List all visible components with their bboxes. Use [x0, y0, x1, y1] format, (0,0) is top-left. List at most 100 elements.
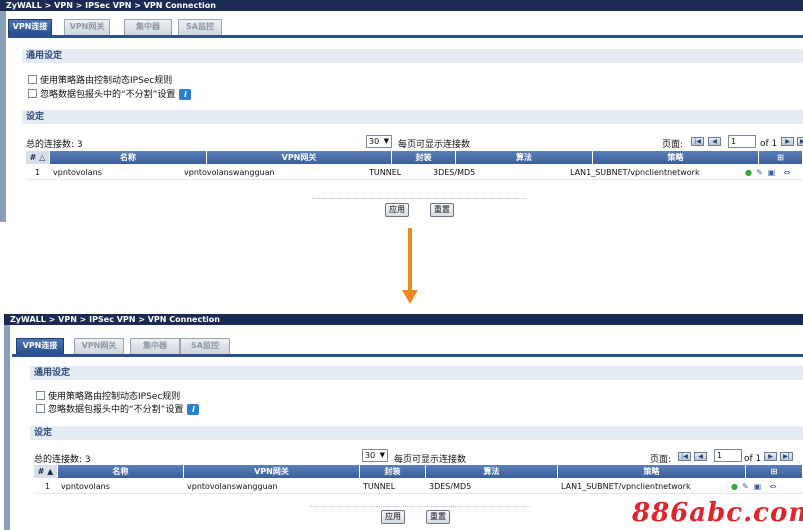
row-policy: LAN1_SUBNET/vpnclientnetwork	[561, 482, 691, 491]
per-page-value: 30	[365, 451, 376, 460]
last-page-button[interactable]: ▶|	[780, 452, 793, 461]
ignore-df-checkbox[interactable]	[36, 404, 45, 413]
row-encap: TUNNEL	[369, 168, 402, 177]
row-policy: LAN1_SUBNET/vpnclientnetwork	[570, 168, 700, 177]
table-header: # ▲ 名称 VPN网关 封装 算法 策略 ⊞	[34, 465, 803, 478]
ignore-df-label: 忽略数据包报头中的“不分割”设置	[40, 90, 176, 100]
page-label: 页面:	[650, 455, 672, 465]
per-page-label: 每页可显示连接数	[394, 455, 467, 465]
tab-concentrator[interactable]: 集中器	[124, 19, 172, 35]
next-page-button[interactable]: ▶	[764, 452, 777, 461]
option-policy-route[interactable]: 使用策略路由控制动态IPSec规则	[28, 75, 172, 87]
arrow-down-icon	[402, 228, 418, 304]
last-page-button[interactable]: ▶|	[797, 137, 803, 146]
total-connections: 总的连接数: 3	[26, 140, 83, 150]
row-actions: ● ✎ ▣ ⇔	[730, 481, 790, 493]
row-name: vpntovolans	[61, 482, 110, 491]
tab-vpn-connection[interactable]: VPN连接	[16, 338, 64, 355]
row-gateway: vpntovolanswangguan	[187, 482, 278, 491]
col-actions-header: ⊞	[759, 151, 803, 164]
chevron-down-icon: ▼	[379, 451, 385, 459]
policy-route-label: 使用策略路由控制动态IPSec规则	[40, 76, 173, 86]
tab-underline	[12, 354, 803, 357]
ignore-df-checkbox[interactable]	[28, 89, 37, 98]
tab-vpn-connection[interactable]: VPN连接	[8, 19, 52, 36]
col-encap-header[interactable]: 封装	[392, 151, 456, 164]
page-input[interactable]: 1	[728, 135, 756, 148]
chevron-down-icon: ▼	[383, 137, 389, 145]
ignore-df-label: 忽略数据包报头中的“不分割”设置	[48, 405, 184, 415]
col-policy-header[interactable]: 策略	[593, 151, 759, 164]
connect-icon[interactable]: ⇔	[765, 482, 781, 491]
edit-icon[interactable]: ✎	[741, 482, 750, 491]
tab-sa-monitor[interactable]: SA监控	[180, 338, 230, 354]
apply-button[interactable]: 应用	[385, 203, 409, 217]
sort-triangle-icon[interactable]: ▲	[47, 467, 53, 476]
col-name-header[interactable]: 名称	[58, 465, 184, 478]
option-ignore-df[interactable]: 忽略数据包报头中的“不分割”设置 i	[28, 89, 192, 101]
trash-icon[interactable]: ▣	[767, 168, 776, 177]
per-page-select[interactable]: 30 ▼	[362, 449, 388, 462]
bulb-icon: ●	[745, 168, 752, 177]
info-icon[interactable]: i	[179, 89, 192, 100]
total-connections: 总的连接数: 3	[34, 455, 91, 465]
col-actions-header: ⊞	[746, 465, 803, 478]
option-policy-route[interactable]: 使用策略路由控制动态IPSec规则	[36, 391, 180, 403]
row-encap: TUNNEL	[363, 482, 396, 491]
policy-route-checkbox[interactable]	[28, 75, 37, 84]
edit-icon[interactable]: ✎	[755, 168, 764, 177]
col-index-header[interactable]: # ▲	[34, 465, 58, 478]
tab-concentrator[interactable]: 集中器	[130, 338, 180, 354]
page-of-label: of 1	[760, 139, 778, 149]
col-index-header[interactable]: # △	[26, 151, 50, 164]
prev-page-button[interactable]: ◀	[694, 452, 707, 461]
tab-vpn-gateway[interactable]: VPN网关	[64, 19, 110, 35]
col-policy-header[interactable]: 策略	[558, 465, 746, 478]
per-page-value: 30	[369, 137, 380, 146]
reset-button[interactable]: 重置	[426, 510, 450, 524]
row-algorithm: 3DES/MD5	[429, 482, 472, 491]
col-name-header[interactable]: 名称	[50, 151, 207, 164]
tab-sa-monitor[interactable]: SA监控	[178, 19, 222, 35]
col-gateway-header[interactable]: VPN网关	[207, 151, 392, 164]
table-header: # △ 名称 VPN网关 封装 算法 策略 ⊞	[26, 151, 803, 164]
table-row[interactable]: 1 vpntovolans vpntovolanswangguan TUNNEL…	[26, 166, 803, 180]
page-of-label: of 1	[744, 454, 762, 464]
divider	[310, 506, 530, 507]
connect-icon[interactable]: ⇔	[779, 168, 795, 177]
first-page-button[interactable]: |◀	[678, 452, 691, 461]
reset-button[interactable]: 重置	[430, 203, 454, 217]
row-index: 1	[45, 482, 51, 491]
prev-page-button[interactable]: ◀	[708, 137, 721, 146]
apply-button[interactable]: 应用	[381, 510, 405, 524]
divider	[312, 198, 526, 199]
general-settings-header: 通用设定	[30, 366, 803, 380]
policy-route-checkbox[interactable]	[36, 391, 45, 400]
table-row[interactable]: 1 vpntovolans vpntovolanswangguan TUNNEL…	[34, 480, 803, 494]
col-algorithm-header[interactable]: 算法	[426, 465, 558, 478]
breadcrumb: ZyWALL > VPN > IPSec VPN > VPN Connectio…	[4, 314, 803, 325]
info-icon[interactable]: i	[187, 404, 200, 415]
trash-icon[interactable]: ▣	[753, 482, 762, 491]
page-input[interactable]: 1	[714, 449, 742, 462]
row-gateway: vpntovolanswangguan	[184, 168, 275, 177]
col-algorithm-header[interactable]: 算法	[456, 151, 593, 164]
sort-triangle-icon[interactable]: △	[39, 153, 45, 162]
tab-underline	[8, 35, 803, 38]
policy-route-label: 使用策略路由控制动态IPSec规则	[48, 392, 181, 402]
settings-header: 设定	[22, 110, 803, 124]
add-icon[interactable]: ⊞	[771, 467, 778, 476]
tab-vpn-gateway[interactable]: VPN网关	[74, 338, 124, 354]
first-page-button[interactable]: |◀	[691, 137, 704, 146]
per-page-label: 每页可显示连接数	[398, 140, 471, 150]
option-ignore-df[interactable]: 忽略数据包报头中的“不分割”设置 i	[36, 404, 200, 416]
breadcrumb: ZyWALL > VPN > IPSec VPN > VPN Connectio…	[0, 0, 803, 11]
col-gateway-header[interactable]: VPN网关	[184, 465, 360, 478]
col-encap-header[interactable]: 封装	[360, 465, 426, 478]
add-icon[interactable]: ⊞	[777, 153, 784, 162]
per-page-select[interactable]: 30 ▼	[366, 135, 392, 148]
next-page-button[interactable]: ▶	[781, 137, 794, 146]
watermark-logo: 886abc.com	[632, 498, 803, 528]
row-actions: ● ✎ ▣ ⇔	[744, 167, 803, 179]
vpn-connection-panel-before: ZyWALL > VPN > IPSec VPN > VPN Connectio…	[0, 0, 803, 222]
